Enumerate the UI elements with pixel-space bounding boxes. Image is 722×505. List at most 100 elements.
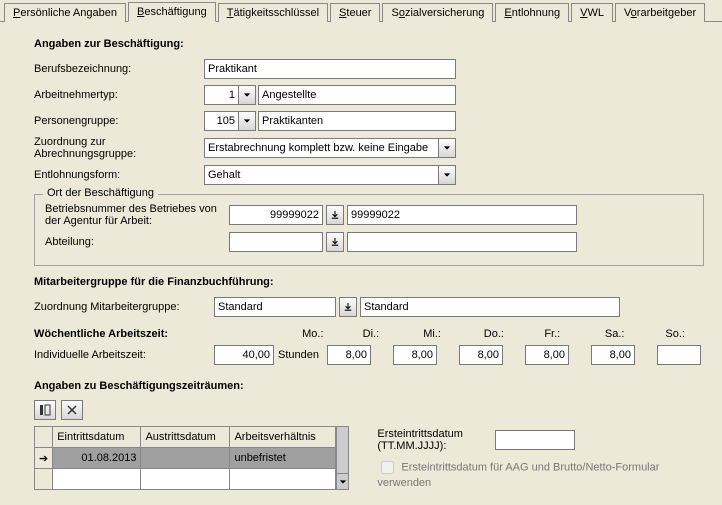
emptype-text bbox=[258, 85, 456, 105]
chevron-down-icon[interactable] bbox=[238, 111, 256, 131]
label-mo: Mo.: bbox=[302, 328, 341, 340]
label-do: Do.: bbox=[484, 328, 523, 340]
payform-input[interactable] bbox=[204, 165, 438, 185]
weekly-title: Wöchentliche Arbeitszeit: bbox=[34, 328, 192, 340]
chevron-down-icon[interactable] bbox=[438, 165, 456, 185]
insert-row-icon bbox=[39, 404, 51, 416]
emptype-code-combo[interactable] bbox=[204, 85, 256, 105]
tab-employment-label: eschäftigung bbox=[144, 6, 206, 18]
use-firstentry-row: Ersteintrittsdatum für AAG und Brutto/Ne… bbox=[377, 458, 704, 489]
jobtitle-input[interactable] bbox=[204, 59, 456, 79]
chevron-down-icon bbox=[339, 478, 347, 486]
tab-activity-key[interactable]: Tätigkeitsschlüssel bbox=[218, 3, 328, 22]
hours-mo-input[interactable] bbox=[327, 345, 371, 365]
label-so: So.: bbox=[665, 328, 704, 340]
lookup-department-button[interactable] bbox=[326, 232, 344, 252]
tab-remuneration-label: ntlohnung bbox=[512, 7, 560, 19]
table-row[interactable]: ➔ 01.08.2013 unbefristet bbox=[35, 448, 336, 469]
tab-personal-label: ersönliche Angaben bbox=[20, 7, 117, 19]
delete-period-button[interactable] bbox=[61, 400, 83, 420]
chevron-down-icon[interactable] bbox=[238, 85, 256, 105]
periods-title: Angaben zu Beschäftigungszeiträumen: bbox=[34, 380, 704, 392]
tab-previous-employer[interactable]: Vorarbeitgeber bbox=[615, 3, 705, 22]
tab-activity-label: ätigkeitsschlüssel bbox=[233, 7, 319, 19]
fibu-text bbox=[360, 297, 620, 317]
row-selector-icon[interactable]: ➔ bbox=[35, 448, 53, 469]
table-scrollbar[interactable] bbox=[336, 426, 350, 490]
cell-exit-date[interactable] bbox=[141, 469, 230, 490]
tab-tax[interactable]: Steuer bbox=[330, 3, 380, 22]
tab-vwl[interactable]: VWL bbox=[571, 3, 613, 22]
label-payform: Entlohnungsform: bbox=[34, 169, 204, 181]
cell-entry-date[interactable]: 01.08.2013 bbox=[53, 448, 141, 469]
hours-mi-input[interactable] bbox=[459, 345, 503, 365]
label-fr: Fr.: bbox=[544, 328, 583, 340]
establishment-text bbox=[347, 205, 577, 225]
label-first-entry-date: Ersteintrittsdatum (TT.MM.JJJJ): bbox=[377, 428, 487, 452]
hours-fr-input[interactable] bbox=[591, 345, 635, 365]
arrow-down-bar-icon bbox=[331, 211, 339, 219]
workplace-legend: Ort der Beschäftigung bbox=[43, 187, 158, 199]
establishment-no-input[interactable] bbox=[229, 205, 323, 225]
table-header-row: Eintrittsdatum Austrittsdatum Arbeitsver… bbox=[35, 427, 336, 448]
col-relation[interactable]: Arbeitsverhältnis bbox=[230, 427, 335, 448]
tab-tax-label: teuer bbox=[346, 7, 371, 19]
assign-input[interactable] bbox=[204, 138, 438, 158]
emptype-code-input[interactable] bbox=[204, 85, 238, 105]
label-jobtitle: Berufsbezeichnung: bbox=[34, 63, 204, 75]
fibu-code-input[interactable] bbox=[214, 297, 336, 317]
row-selector[interactable] bbox=[35, 469, 53, 490]
label-establishment-no: Betriebsnummer des Betriebes von der Age… bbox=[45, 203, 229, 227]
label-assign: Zuordnung zur Abrechnungsgruppe: bbox=[34, 136, 204, 160]
delete-row-icon bbox=[66, 404, 78, 416]
hours-sa-input[interactable] bbox=[657, 345, 701, 365]
chevron-down-icon[interactable] bbox=[438, 138, 456, 158]
tab-employment[interactable]: Beschäftigung bbox=[128, 2, 216, 22]
workplace-fieldset: Ort der Beschäftigung Betriebsnummer des… bbox=[34, 194, 704, 266]
individual-hours-input[interactable] bbox=[214, 345, 274, 365]
cell-relation[interactable] bbox=[230, 469, 335, 490]
section-employment-title: Angaben zur Beschäftigung: bbox=[34, 38, 704, 50]
tab-remuneration[interactable]: Entlohnung bbox=[495, 3, 569, 22]
pgroup-code-input[interactable] bbox=[204, 111, 238, 131]
label-hours-unit: Stunden bbox=[278, 349, 319, 361]
cell-entry-date[interactable] bbox=[53, 469, 141, 490]
label-mi: Mi.: bbox=[423, 328, 462, 340]
tab-vwl-label: WL bbox=[587, 7, 604, 19]
table-row[interactable] bbox=[35, 469, 336, 490]
department-text bbox=[347, 232, 577, 252]
lookup-fibu-button[interactable] bbox=[339, 297, 357, 317]
tab-social-label: zialversicherung bbox=[405, 7, 484, 19]
lookup-establishment-button[interactable] bbox=[326, 205, 344, 225]
pgroup-text bbox=[258, 111, 456, 131]
cell-relation[interactable]: unbefristet bbox=[230, 448, 335, 469]
tab-bar: Persönliche Angaben Beschäftigung Tätigk… bbox=[0, 0, 722, 22]
arrow-down-bar-icon bbox=[331, 238, 339, 246]
label-pgroup: Personengruppe: bbox=[34, 115, 204, 127]
hours-do-input[interactable] bbox=[525, 345, 569, 365]
first-entry-date-input[interactable] bbox=[495, 430, 575, 450]
label-emptype: Arbeitnehmertyp: bbox=[34, 89, 204, 101]
label-department: Abteilung: bbox=[45, 236, 229, 248]
department-code-input[interactable] bbox=[229, 232, 323, 252]
assign-combo[interactable] bbox=[204, 138, 456, 158]
label-sa: Sa.: bbox=[605, 328, 644, 340]
col-exit-date[interactable]: Austrittsdatum bbox=[141, 427, 230, 448]
label-fibu-assign: Zuordnung Mitarbeitergruppe: bbox=[34, 301, 214, 313]
payform-combo[interactable] bbox=[204, 165, 456, 185]
label-di: Di.: bbox=[363, 328, 402, 340]
label-individual-hours: Individuelle Arbeitszeit: bbox=[34, 349, 214, 361]
fibu-title: Mitarbeitergruppe für die Finanzbuchführ… bbox=[34, 276, 704, 288]
row-selector-header bbox=[35, 427, 53, 448]
col-entry-date[interactable]: Eintrittsdatum bbox=[53, 427, 141, 448]
tab-social-insurance[interactable]: Sozialversicherung bbox=[382, 3, 493, 22]
add-period-button[interactable] bbox=[34, 400, 56, 420]
hours-di-input[interactable] bbox=[393, 345, 437, 365]
cell-exit-date[interactable] bbox=[141, 448, 230, 469]
tab-personal[interactable]: Persönliche Angaben bbox=[4, 3, 126, 22]
pgroup-code-combo[interactable] bbox=[204, 111, 256, 131]
tab-prev-label: rarbeitgeber bbox=[637, 7, 696, 19]
periods-table[interactable]: Eintrittsdatum Austrittsdatum Arbeitsver… bbox=[34, 426, 336, 490]
use-firstentry-label: Ersteintrittsdatum für AAG und Brutto/Ne… bbox=[377, 461, 659, 489]
use-firstentry-checkbox bbox=[381, 461, 394, 474]
